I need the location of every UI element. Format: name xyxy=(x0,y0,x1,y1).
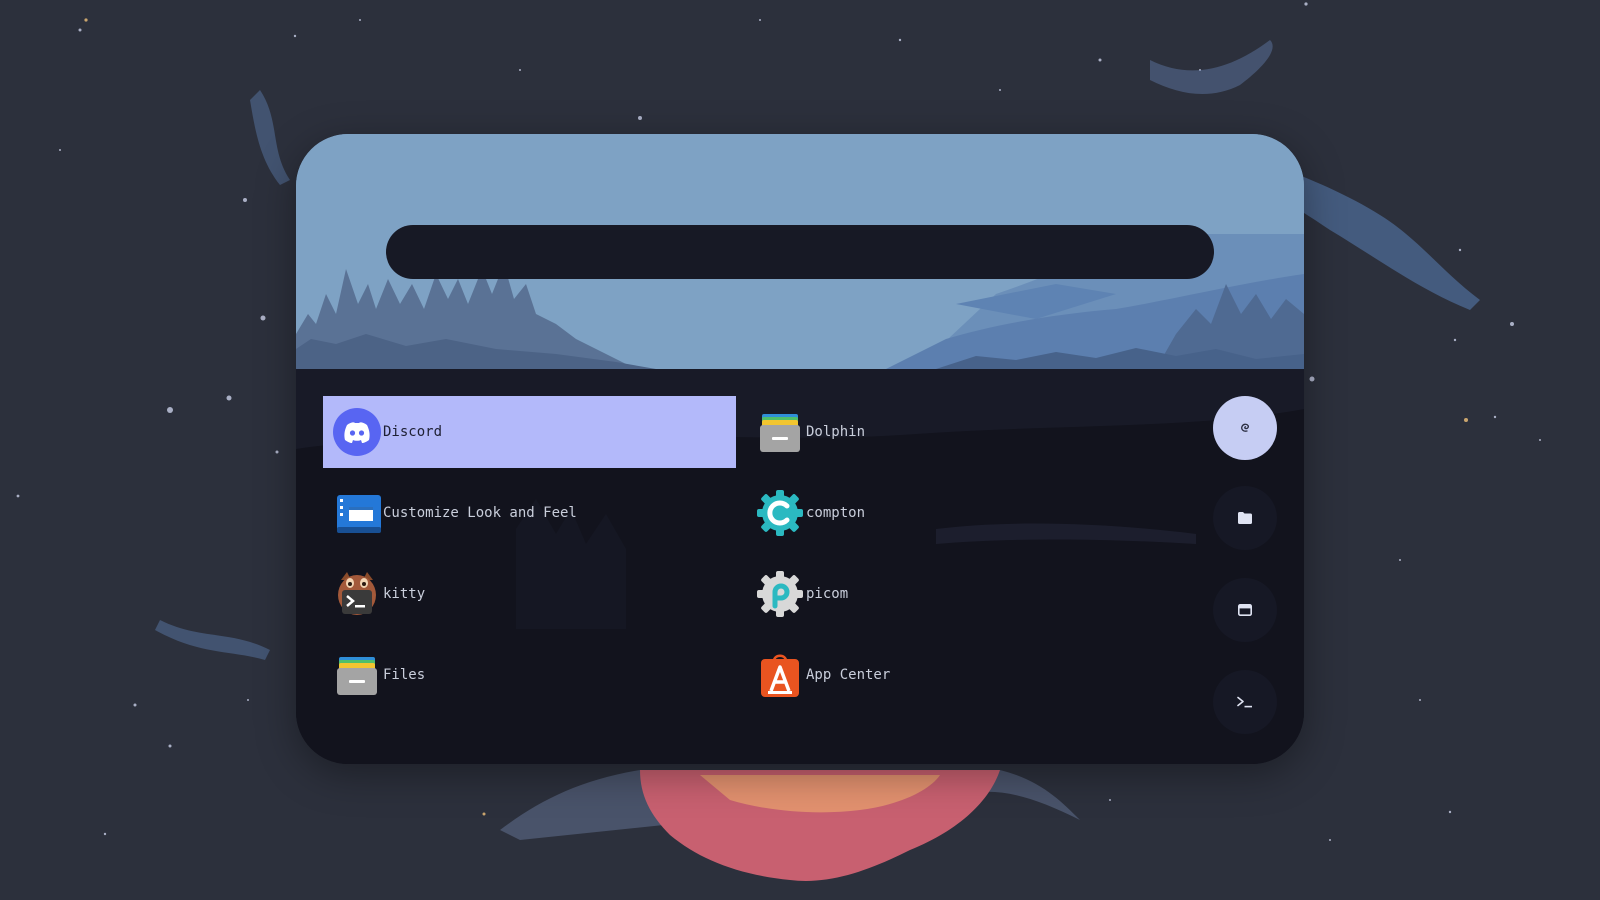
app-item-label: compton xyxy=(806,505,866,521)
app-launcher-window: Discord Dolphin Customize Look and Feel … xyxy=(296,134,1304,764)
app-item-discord[interactable]: Discord xyxy=(323,396,736,468)
mode-button-windows[interactable] xyxy=(1213,578,1277,642)
app-item-compton[interactable]: compton xyxy=(746,477,1159,549)
app-item-label: kitty xyxy=(383,586,426,602)
app-item-app-center[interactable]: App Center xyxy=(746,639,1159,711)
discord-icon xyxy=(333,408,381,456)
app-item-kitty[interactable]: kitty xyxy=(323,558,736,630)
files-icon xyxy=(333,651,381,699)
app-item-label: App Center xyxy=(806,667,891,683)
search-input[interactable] xyxy=(414,242,1186,262)
folder-icon xyxy=(1238,512,1252,524)
results-panel: Discord Dolphin Customize Look and Feel … xyxy=(296,369,1304,764)
app-item-label: picom xyxy=(806,586,849,602)
terminal-prompt-icon xyxy=(1237,696,1252,708)
compton-icon xyxy=(756,489,804,537)
app-item-label: Dolphin xyxy=(806,424,866,440)
app-item-label: Files xyxy=(383,667,426,683)
app-item-label: Discord xyxy=(383,424,443,440)
app-center-icon xyxy=(756,651,804,699)
mode-button-run[interactable] xyxy=(1213,670,1277,734)
dolphin-icon xyxy=(756,408,804,456)
picom-icon xyxy=(756,570,804,618)
mode-button-drun[interactable] xyxy=(1213,396,1277,460)
app-item-dolphin[interactable]: Dolphin xyxy=(746,396,1159,468)
app-item-customize-look-and-feel[interactable]: Customize Look and Feel xyxy=(323,477,736,549)
debian-swirl-icon xyxy=(1241,423,1249,432)
customize-look-icon xyxy=(333,489,381,537)
mode-button-files[interactable] xyxy=(1213,486,1277,550)
app-item-label: Customize Look and Feel xyxy=(383,505,577,521)
search-bar[interactable] xyxy=(386,225,1214,279)
kitty-icon xyxy=(333,570,381,618)
window-icon xyxy=(1238,604,1252,616)
header-landscape-banner xyxy=(296,134,1304,369)
app-item-picom[interactable]: picom xyxy=(746,558,1159,630)
app-item-files[interactable]: Files xyxy=(323,639,736,711)
